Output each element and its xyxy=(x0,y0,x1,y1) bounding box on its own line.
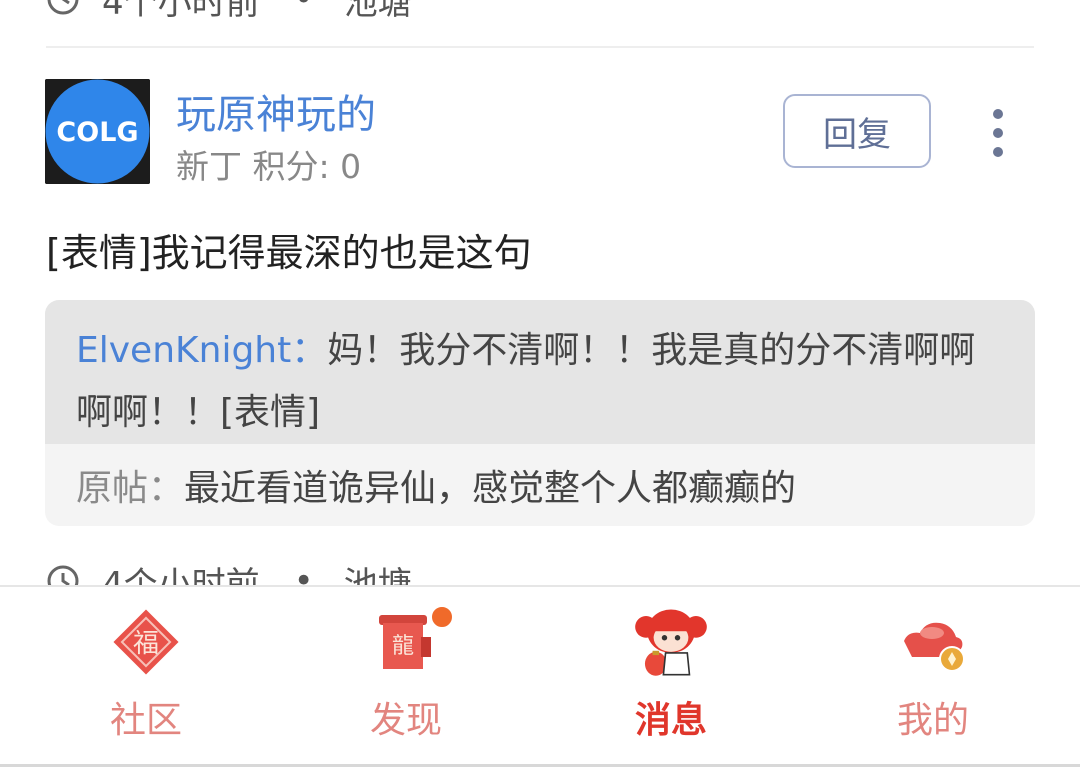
tab-discover[interactable]: 龍 发现 xyxy=(306,587,506,757)
tab-label: 发现 xyxy=(369,700,442,741)
tab-label: 我的 xyxy=(896,700,969,741)
comment-time: 4个小时前 xyxy=(102,0,260,23)
tab-mine[interactable]: 我的 xyxy=(833,587,1033,757)
comment-location[interactable]: 池塘 xyxy=(344,0,412,24)
colg-logo-icon: COLG xyxy=(45,79,150,184)
tab-community[interactable]: 福 社区 xyxy=(46,587,246,757)
tab-label: 社区 xyxy=(109,700,182,741)
gold-ingot-icon xyxy=(904,622,965,672)
previous-comment-meta: 4个小时前 • 池塘 xyxy=(46,0,412,24)
user-name[interactable]: 玩原神玩的 xyxy=(176,82,376,140)
svg-text:龍: 龍 xyxy=(392,634,414,659)
comment-divider xyxy=(46,46,1034,48)
avatar[interactable]: COLG xyxy=(45,79,150,184)
quoted-reply[interactable]: ElvenKnight：妈！我分不清啊！！我是真的分不清啊啊啊啊！！[表情] 原… xyxy=(45,300,1035,526)
clock-icon xyxy=(47,0,79,15)
original-post-link[interactable]: 原帖： 最近看道诡异仙，感觉整个人都癫癫的 xyxy=(45,444,1035,526)
tab-messages[interactable]: 消息 xyxy=(571,587,771,757)
original-post-title: 最近看道诡异仙，感觉整个人都癫癫的 xyxy=(184,468,797,509)
notification-badge xyxy=(430,605,454,629)
reply-button[interactable]: 回复 xyxy=(783,94,931,168)
more-vertical-icon[interactable] xyxy=(982,106,1014,160)
quoted-comment[interactable]: ElvenKnight：妈！我分不清啊！！我是真的分不清啊啊啊啊！！[表情] xyxy=(45,300,1035,444)
user-meta: 新丁 积分: 0 xyxy=(176,140,361,188)
bottom-tab-bar: 福 社区 龍 发现 消息 我的 xyxy=(0,585,1080,767)
quoted-author-separator: ： xyxy=(291,330,328,371)
svg-text:福: 福 xyxy=(133,629,159,659)
tab-label: 消息 xyxy=(634,700,707,741)
avatar-text: COLG xyxy=(56,117,138,148)
quoted-author[interactable]: ElvenKnight xyxy=(76,330,291,371)
comment-text: [表情]我记得最深的也是这句 xyxy=(46,231,532,275)
user-rank: 新丁 xyxy=(176,147,242,186)
mascot-girl-icon xyxy=(635,609,707,676)
fu-diamond-icon: 福 xyxy=(113,609,179,675)
meta-separator: • xyxy=(294,0,314,19)
user-points: 积分: 0 xyxy=(252,147,362,186)
original-post-label: 原帖： xyxy=(76,468,185,509)
